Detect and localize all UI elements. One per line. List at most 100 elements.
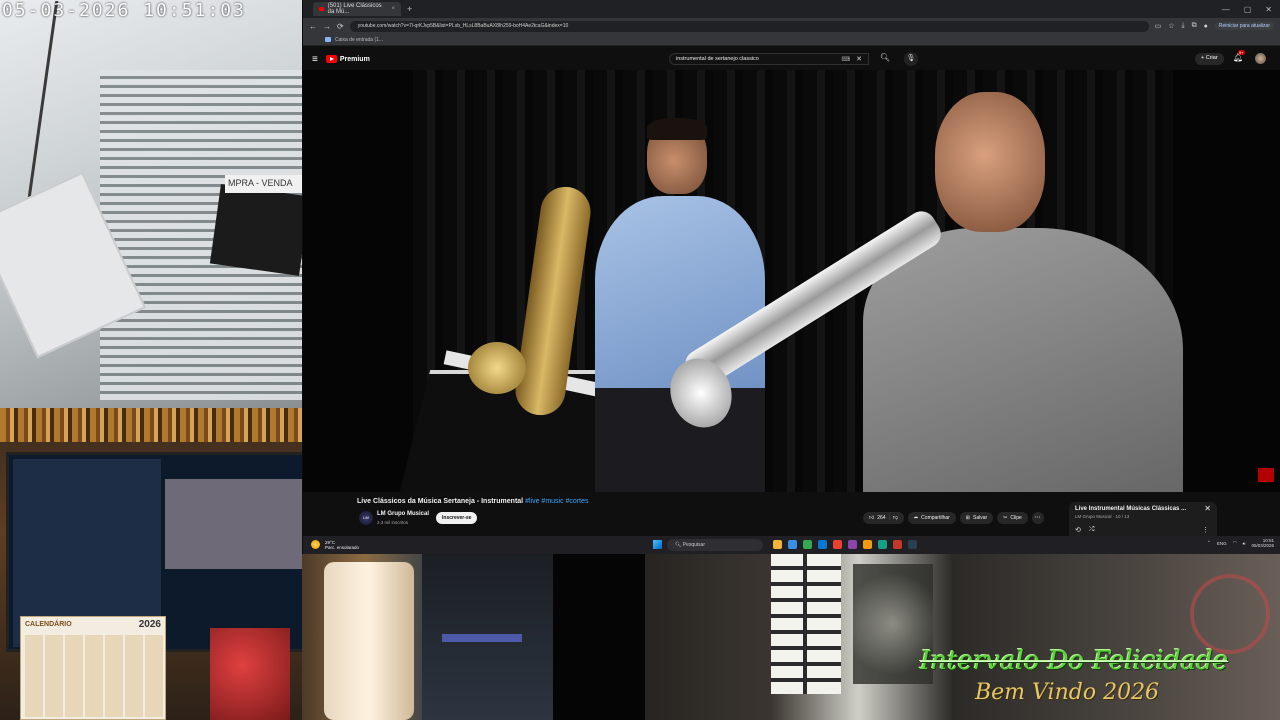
shuffle-icon[interactable]: ⤮ bbox=[1089, 526, 1095, 534]
toy-figure bbox=[210, 628, 290, 720]
youtube-play-icon bbox=[325, 55, 337, 63]
browser-window: (501) Live Clássicos da Mú... × + — ▢ ✕ … bbox=[303, 0, 1280, 536]
system-tray: ⌃ ENG ◠ 🔊︎ 10:51 05/03/2026 bbox=[1207, 538, 1274, 548]
weather-icon[interactable] bbox=[311, 540, 320, 549]
clip-label: Clipe bbox=[1010, 515, 1022, 521]
pinned-apps bbox=[773, 540, 917, 549]
app-red-icon[interactable] bbox=[833, 540, 842, 549]
profile-icon[interactable]: ● bbox=[1204, 23, 1208, 30]
chrome-icon[interactable] bbox=[803, 540, 812, 549]
forward-icon[interactable]: → bbox=[323, 22, 331, 31]
video-title: Live Clássicos da Música Sertaneja - Ins… bbox=[357, 498, 589, 505]
download-icon[interactable]: ⤓ bbox=[1182, 22, 1185, 30]
maximize-icon[interactable]: ▢ bbox=[1244, 5, 1252, 14]
youtube-logo[interactable]: Premium bbox=[325, 55, 370, 63]
video-actions: 👍︎ 264 | 👎︎ ➦ Compartilhar ⊞ Salvar ✂ Cl… bbox=[863, 512, 1044, 524]
weather-widget[interactable]: 29°C Parc. ensolarado bbox=[325, 540, 359, 550]
like-count: 264 bbox=[877, 515, 886, 521]
container bbox=[324, 562, 414, 720]
language-indicator[interactable]: ENG bbox=[1217, 541, 1227, 546]
saxophonist bbox=[565, 118, 770, 492]
notifications-icon[interactable]: 🔔︎ 9+ bbox=[1233, 50, 1245, 62]
cast-icon[interactable]: ▭ bbox=[1155, 22, 1162, 30]
scissors-icon: ✂ bbox=[1003, 515, 1008, 521]
wifi-icon[interactable]: ◠ bbox=[1233, 540, 1237, 546]
tab-youtube[interactable]: (501) Live Clássicos da Mú... × bbox=[313, 2, 401, 16]
video-tags[interactable]: #live #music #cortes bbox=[525, 498, 588, 505]
close-tab-icon[interactable]: × bbox=[391, 6, 395, 12]
bookmarks-bar: Caixa de entrada (1... bbox=[303, 34, 1280, 46]
youtube-header: ≡ Premium instrumental de sertanejo clas… bbox=[303, 48, 1280, 70]
saxophonist-hair bbox=[647, 118, 707, 140]
premium-label: Premium bbox=[339, 55, 370, 63]
playlist-menu-icon[interactable]: ⋮ bbox=[1202, 526, 1209, 534]
file-explorer-icon[interactable] bbox=[773, 540, 782, 549]
search-input[interactable]: instrumental de sertanejo classico ⌨ ✕ bbox=[669, 53, 869, 65]
address-bar-row: ← → ⟳ youtube.com/watch?v=7l-qrKJvp5B&li… bbox=[303, 18, 1280, 34]
clock[interactable]: 10:51 05/03/2026 bbox=[1251, 538, 1274, 548]
channel-name[interactable]: LM Grupo Musical bbox=[377, 511, 429, 517]
edge-icon[interactable] bbox=[788, 540, 797, 549]
app-obs-icon[interactable] bbox=[893, 540, 902, 549]
loop-icon[interactable]: ⟲ bbox=[1075, 526, 1081, 534]
tray-chevron-icon[interactable]: ⌃ bbox=[1207, 540, 1211, 546]
desk-camera-feed bbox=[302, 554, 553, 720]
taskbar-search[interactable]: 🔍︎ Pesquisar bbox=[667, 539, 763, 551]
app-orange-icon[interactable] bbox=[863, 540, 872, 549]
update-button[interactable]: Reiniciar para atualizar bbox=[1214, 22, 1274, 30]
new-tab-icon[interactable]: + bbox=[407, 4, 412, 14]
playlist-panel[interactable]: Live Instrumental Músicas Clássicas ... … bbox=[1069, 502, 1217, 536]
store-icon[interactable] bbox=[818, 540, 827, 549]
windows-start-icon[interactable] bbox=[653, 540, 662, 549]
close-window-icon[interactable]: ✕ bbox=[1265, 5, 1272, 14]
trumpeter-head bbox=[935, 92, 1045, 232]
save-button[interactable]: ⊞ Salvar bbox=[959, 512, 994, 524]
saxophone-bell bbox=[468, 342, 526, 394]
close-playlist-icon[interactable]: ✕ bbox=[1204, 504, 1211, 513]
subscribe-button[interactable]: Inscrever-se bbox=[436, 512, 478, 524]
wall-graffiti bbox=[1190, 574, 1270, 654]
bookmark-item[interactable]: Caixa de entrada (1... bbox=[335, 37, 383, 43]
reload-icon[interactable]: ⟳ bbox=[337, 22, 344, 31]
app-teal-icon[interactable] bbox=[878, 540, 887, 549]
notification-badge: 9+ bbox=[1238, 50, 1245, 55]
save-label: Salvar bbox=[973, 515, 988, 521]
search-icon[interactable]: 🔍︎ bbox=[875, 53, 895, 65]
keyboard-icon[interactable]: ⌨ bbox=[841, 56, 850, 63]
bookmark-star-icon[interactable]: ☆ bbox=[1168, 22, 1174, 30]
calendar-year: 2026 bbox=[138, 619, 161, 630]
thumbs-down-icon[interactable]: 👎︎ bbox=[893, 515, 898, 521]
share-button[interactable]: ➦ Compartilhar bbox=[907, 512, 956, 524]
playlist-sub: LM Grupo Musical · 10 / 13 bbox=[1075, 514, 1130, 519]
shop-sign: MPRA - VENDA bbox=[225, 175, 302, 193]
screen: MPRA - VENDA 05-03-2026 10:51:03 CALENDÁ… bbox=[0, 0, 1280, 720]
thumbs-up-icon: 👍︎ bbox=[869, 515, 875, 521]
channel-watermark[interactable] bbox=[1258, 468, 1274, 482]
volume-icon[interactable]: 🔊︎ bbox=[1243, 541, 1246, 546]
create-button[interactable]: + Criar bbox=[1195, 53, 1224, 65]
clip-button[interactable]: ✂ Clipe bbox=[997, 512, 1028, 524]
second-monitor bbox=[422, 554, 553, 720]
bookshelf bbox=[0, 408, 302, 442]
video-player[interactable] bbox=[303, 70, 1280, 492]
address-bar[interactable]: youtube.com/watch?v=7l-qrKJvp5B&list=PLx… bbox=[349, 20, 1149, 32]
search-query: instrumental de sertanejo classico bbox=[676, 56, 759, 62]
video-title-text: Live Clássicos da Música Sertaneja - Ins… bbox=[357, 498, 524, 505]
extensions-icon[interactable]: ⧉ bbox=[1192, 22, 1197, 30]
overlay-title: Intervalo Do Felicidade bbox=[920, 646, 1229, 676]
channel-avatar[interactable]: LM bbox=[359, 511, 373, 525]
mail-icon bbox=[325, 37, 331, 42]
channel-subscribers: 2,3 mil inscritos bbox=[377, 520, 409, 525]
trumpeter bbox=[863, 88, 1183, 492]
app-purple-icon[interactable] bbox=[848, 540, 857, 549]
minimize-icon[interactable]: — bbox=[1222, 5, 1230, 14]
menu-icon[interactable]: ≡ bbox=[312, 54, 318, 65]
settings-icon[interactable] bbox=[908, 540, 917, 549]
like-button[interactable]: 👍︎ 264 | 👎︎ bbox=[863, 512, 904, 524]
mic-icon[interactable]: 🎙︎ bbox=[904, 52, 918, 66]
more-actions-icon[interactable]: ⋯ bbox=[1031, 512, 1044, 524]
avatar[interactable] bbox=[1255, 53, 1266, 64]
clear-search-icon[interactable]: ✕ bbox=[856, 55, 862, 63]
back-icon[interactable]: ← bbox=[309, 22, 317, 31]
dark-area bbox=[553, 554, 645, 720]
